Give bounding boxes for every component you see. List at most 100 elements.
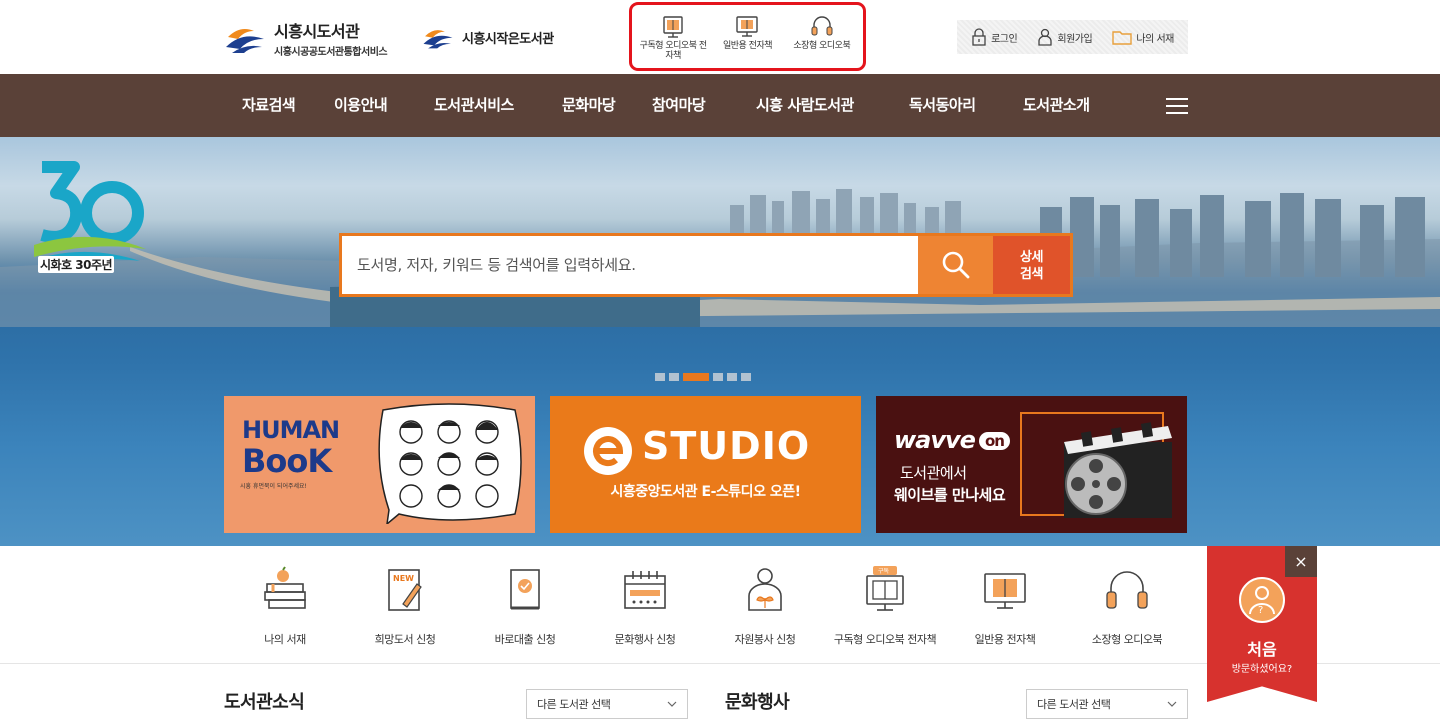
nav-participation[interactable]: 참여마당 <box>652 74 706 137</box>
wavve-banner[interactable]: wavve on 도서관에서 웨이브를 만나세요 <box>876 396 1187 533</box>
quick-my-shelf[interactable]: 나의 서재 <box>225 566 345 648</box>
e-studio-banner[interactable]: STUDIO 시흥중앙도서관 E-스튜디오 오픈! <box>550 396 861 533</box>
nav-reading-club[interactable]: 독서동아리 <box>909 74 976 137</box>
wavve-caption-line1: 도서관에서 <box>900 464 967 482</box>
small-library-title: 시흥시작은도서관 <box>462 31 554 47</box>
subscription-badge-text: 구독 <box>878 568 890 575</box>
nav-guide[interactable]: 이용안내 <box>334 74 388 137</box>
logo-subtitle: 시흥시공공도서관통합서비스 <box>274 47 388 58</box>
detail-search-button[interactable]: 상세검색 <box>993 236 1070 294</box>
wavve-caption-line2: 웨이브를 만나세요 <box>894 486 1006 504</box>
main-navigation: 자료검색 이용안내 도서관서비스 문화마당 참여마당 시흥 사람도서관 독서동아… <box>0 74 1440 137</box>
quick-menu-label: 나의 서재 <box>264 633 306 646</box>
quick-wish-book[interactable]: NEW 희망도서 신청 <box>345 566 465 648</box>
svg-text:?: ? <box>1258 605 1263 616</box>
slider-dot[interactable] <box>741 373 751 381</box>
quick-menu-label: 자원봉사 신청 <box>734 633 796 646</box>
library-news-title: 도서관소식 <box>224 692 305 713</box>
quick-subscription-ebook[interactable]: 구독 구독형 오디오북 전자책 <box>825 566 945 648</box>
quick-general-ebook[interactable]: 일반용 전자책 <box>945 566 1065 648</box>
search-button[interactable] <box>918 236 993 294</box>
monitor-book-icon <box>984 573 1026 609</box>
quick-instant-loan[interactable]: 바로대출 신청 <box>465 566 585 648</box>
person-sprout-icon <box>748 568 782 611</box>
lock-icon <box>972 28 986 46</box>
subscription-audiobook-ebook-link[interactable]: 구독형 오디오북 전자책 <box>636 13 710 61</box>
ebook-link-label: 소장형 오디오북 <box>793 41 851 51</box>
quick-menu-label: 바로대출 신청 <box>494 633 556 646</box>
events-library-select[interactable]: 다른 도서관 선택 <box>1026 689 1188 719</box>
wavve-on-badge: on <box>978 432 1010 450</box>
ebook-link-label: 일반용 전자책 <box>722 41 773 51</box>
nav-culture[interactable]: 문화마당 <box>562 74 616 137</box>
general-ebook-link[interactable]: 일반용 전자책 <box>710 13 784 51</box>
search-input[interactable] <box>342 236 918 294</box>
slider-dot-active[interactable] <box>683 373 709 381</box>
quick-menu-label: 소장형 오디오북 <box>1091 633 1163 646</box>
small-library-logo[interactable]: 시흥시작은도서관 <box>422 24 554 50</box>
news-library-select[interactable]: 다른 도서관 선택 <box>526 689 688 719</box>
monitor-book-icon <box>736 16 759 37</box>
chevron-down-icon <box>1167 701 1177 707</box>
owned-audiobook-link[interactable]: 소장형 오디오북 <box>785 13 859 51</box>
ebook-link-label: 구독형 오디오북 전자책 <box>639 41 707 61</box>
human-book-title: BooK <box>242 442 332 480</box>
slider-dot[interactable] <box>713 373 723 381</box>
first-visit-subtitle: 방문하셨어요? <box>1231 664 1293 675</box>
ebook-links-highlight: 구독형 오디오북 전자책 일반용 전자책 소장형 오디오북 <box>629 2 866 71</box>
slider-dot[interactable] <box>669 373 679 381</box>
quick-owned-audiobook[interactable]: 소장형 오디오북 <box>1067 566 1187 648</box>
detail-search-label: 검색 <box>1020 266 1043 281</box>
nav-human-library[interactable]: 시흥 사람도서관 <box>756 74 854 137</box>
detail-search-label: 상세 <box>1020 249 1043 264</box>
books-apple-icon <box>264 566 306 609</box>
logo-title: 시흥시도서관 <box>274 22 360 41</box>
quick-menu-label: 구독형 오디오북 전자책 <box>833 633 937 646</box>
quick-menu-label: 일반용 전자책 <box>974 633 1036 646</box>
quick-volunteer[interactable]: 자원봉사 신청 <box>705 566 825 648</box>
slider-dot[interactable] <box>727 373 737 381</box>
book-check-icon <box>510 569 540 610</box>
library-logo-icon <box>226 29 264 53</box>
my-shelf-link[interactable]: 나의 서재 <box>1112 28 1174 46</box>
join-label: 회원가입 <box>1057 33 1093 45</box>
search-icon <box>942 251 969 279</box>
main-logo[interactable]: 시흥시도서관 시흥시공공도서관통합서비스 <box>224 18 388 58</box>
human-book-caption: 시흥 휴먼북이 되어주세요! <box>240 483 307 490</box>
hamburger-menu-icon[interactable] <box>1166 98 1188 114</box>
faces-speech-bubble-illustration <box>378 403 522 524</box>
e-studio-logo-text: STUDIO <box>642 424 811 468</box>
svg-text:NEW: NEW <box>393 574 414 583</box>
join-link[interactable]: 회원가입 <box>1037 28 1093 46</box>
nav-search[interactable]: 자료검색 <box>242 74 296 137</box>
nav-about[interactable]: 도서관소개 <box>1023 74 1090 137</box>
search-bar: 상세검색 <box>339 233 1073 297</box>
login-link[interactable]: 로그인 <box>971 28 1018 46</box>
folder-icon <box>1112 31 1133 45</box>
utility-menu: 로그인 회원가입 나의 서재 <box>957 20 1188 54</box>
chevron-down-icon <box>667 701 677 707</box>
film-reel-clapperboard-icon <box>1064 422 1172 518</box>
small-library-logo-icon <box>423 30 453 49</box>
subscription-ebook-icon: 구독 <box>866 566 904 611</box>
slider-pagination <box>655 373 751 381</box>
site-header: 시흥시도서관 시흥시공공도서관통합서비스 시흥시작은도서관 구독형 오디오북 전… <box>0 0 1440 74</box>
nav-library-services[interactable]: 도서관서비스 <box>434 74 514 137</box>
human-book-banner[interactable]: HUMAN BooK 시흥 휴먼북이 되어주세요! <box>224 396 535 533</box>
quick-menu-label: 희망도서 신청 <box>374 633 436 646</box>
my-shelf-label: 나의 서재 <box>1136 33 1174 45</box>
slider-dot[interactable] <box>655 373 665 381</box>
culture-events-title: 문화행사 <box>725 692 790 713</box>
hero-visual: 시화호 30주년 상세검색 HUMAN BooK 시흥 휴먼북이 되어주세요! <box>0 137 1440 546</box>
quick-culture-event[interactable]: 문화행사 신청 <box>585 566 705 648</box>
calendar-icon <box>624 571 666 609</box>
first-visit-close-button[interactable]: × <box>1285 546 1317 577</box>
anniversary-label: 시화호 30주년 <box>38 256 115 273</box>
first-visit-title: 처음 <box>1247 640 1277 659</box>
wavve-logo-text: wavve <box>894 426 976 454</box>
wavve-logo: wavve on <box>894 426 1010 454</box>
person-question-icon: ? <box>1239 577 1285 623</box>
headphones-icon <box>1106 571 1148 609</box>
events-library-select-value: 다른 도서관 선택 <box>1037 698 1111 711</box>
e-studio-caption: 시흥중앙도서관 E-스튜디오 오픈! <box>610 484 801 500</box>
